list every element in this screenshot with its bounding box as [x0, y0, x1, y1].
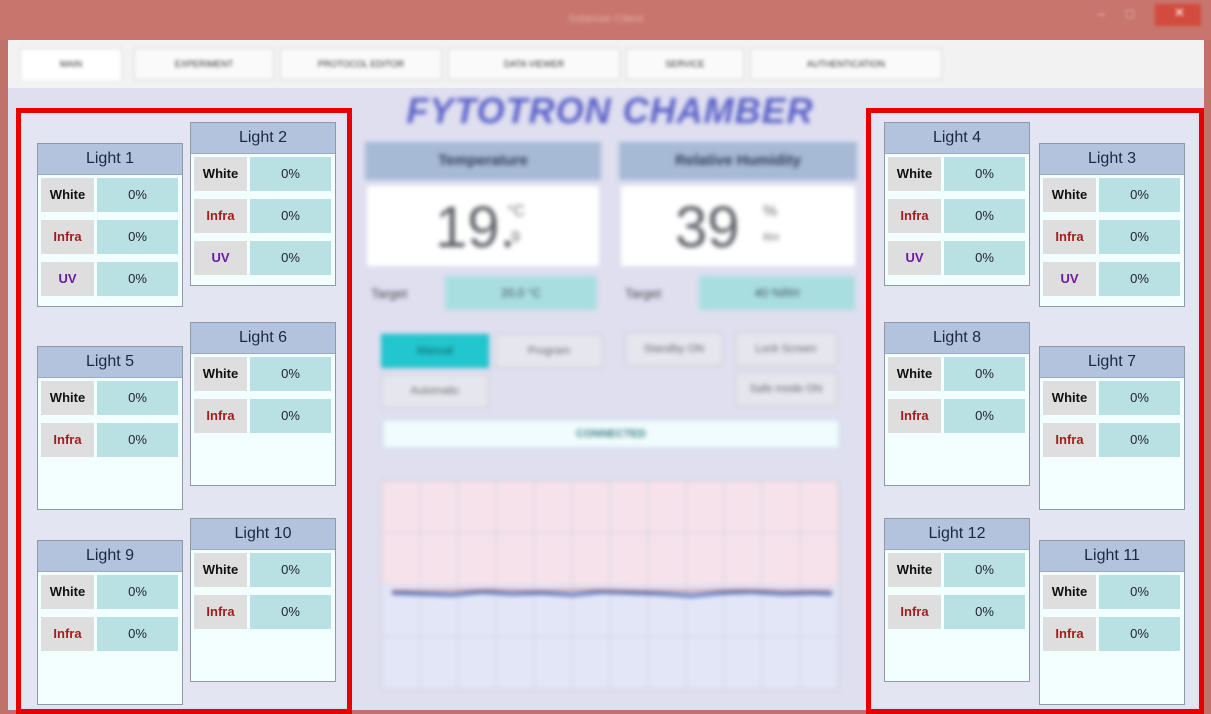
humidity-target-value[interactable]: 40 %RH: [699, 276, 855, 310]
temperature-display: 19. °C 9: [367, 186, 599, 266]
tab-main[interactable]: MAIN: [20, 48, 122, 80]
temperature-value: 19.: [435, 195, 516, 260]
temperature-decimal: 9: [511, 229, 520, 246]
tab-strip: MAIN EXPERIMENT PROTOCOL EDITOR DATA VIE…: [8, 40, 1204, 88]
tab-data-viewer[interactable]: DATA VIEWER: [448, 48, 620, 80]
temperature-target-value[interactable]: 20.0 °C: [445, 276, 597, 310]
humidity-value: 39: [675, 195, 740, 260]
chamber-title: FYTOTRON CHAMBER: [406, 90, 814, 131]
humidity-sub-unit: RH: [763, 232, 779, 244]
sensor-history-chart: [381, 480, 839, 690]
minimize-icon[interactable]: –: [1098, 6, 1105, 26]
tab-service[interactable]: SERVICE: [626, 48, 744, 80]
humidity-unit: %: [763, 203, 778, 220]
tab-experiment[interactable]: EXPERIMENT: [134, 48, 274, 80]
temperature-header: Temperature: [365, 142, 601, 180]
temperature-unit: °C: [507, 203, 525, 220]
left-highlight-outline: [16, 108, 352, 714]
program-button[interactable]: Program: [495, 334, 603, 368]
temperature-target-label: Target: [371, 286, 408, 301]
lock-screen-button[interactable]: Lock Screen: [735, 332, 837, 366]
maximize-icon[interactable]: □: [1126, 6, 1134, 26]
humidity-header: Relative Humidity: [619, 142, 857, 180]
safe-mode-button[interactable]: Safe mode ON: [735, 372, 837, 406]
right-highlight-outline: [866, 108, 1204, 714]
window-title: Solarium Client: [568, 13, 643, 25]
manual-button[interactable]: Manual: [381, 334, 489, 368]
humidity-target-label: Target: [625, 286, 662, 301]
title-bar: Solarium Client – □ ✕: [0, 0, 1211, 40]
chart-line-temperature: [392, 589, 832, 592]
tab-authentication[interactable]: AUTHENTICATION: [750, 48, 942, 80]
close-icon[interactable]: ✕: [1174, 5, 1185, 25]
connection-status: CONNECTED: [383, 420, 839, 448]
chart-canvas: [382, 481, 838, 689]
chamber-overview: FYTOTRON CHAMBER Temperature Relative Hu…: [355, 88, 865, 710]
standby-button[interactable]: Standby ON: [625, 332, 723, 366]
automatic-button[interactable]: Automatic: [381, 374, 489, 408]
humidity-display: 39 % RH: [621, 186, 855, 266]
tab-protocol-editor[interactable]: PROTOCOL EDITOR: [280, 48, 442, 80]
